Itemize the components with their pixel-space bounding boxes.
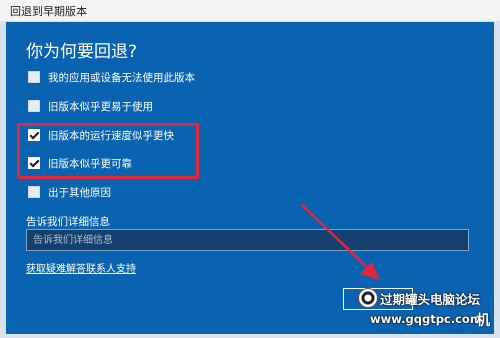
checkbox-easier-to-use[interactable]	[28, 100, 40, 112]
reason-other[interactable]: 出于其他原因	[28, 185, 111, 199]
details-input[interactable]	[26, 229, 469, 251]
window-title: 回退到早期版本	[10, 5, 87, 18]
details-label: 告诉我们详细信息	[26, 216, 110, 228]
next-button[interactable]	[343, 288, 413, 310]
reason-label: 旧版本似乎更易于使用	[48, 100, 153, 113]
title-bar: 回退到早期版本	[0, 0, 500, 22]
rollback-dialog: 你为何要回退? 我的应用或设备无法使用此版本 旧版本似乎更易于使用 旧版本的运行…	[6, 22, 494, 334]
reason-label: 出于其他原因	[48, 186, 111, 199]
checkbox-other[interactable]	[28, 186, 40, 198]
dialog-heading: 你为何要回退?	[26, 42, 138, 62]
reason-label: 我的应用或设备无法使用此版本	[48, 71, 195, 84]
checkbox-app-incompatible[interactable]	[28, 71, 40, 83]
help-link[interactable]: 获取疑难解答联系人支持	[26, 260, 136, 275]
annotation-highlight-box	[17, 123, 199, 179]
reason-easier-to-use[interactable]: 旧版本似乎更易于使用	[28, 99, 153, 113]
reason-app-incompatible[interactable]: 我的应用或设备无法使用此版本	[28, 70, 195, 84]
